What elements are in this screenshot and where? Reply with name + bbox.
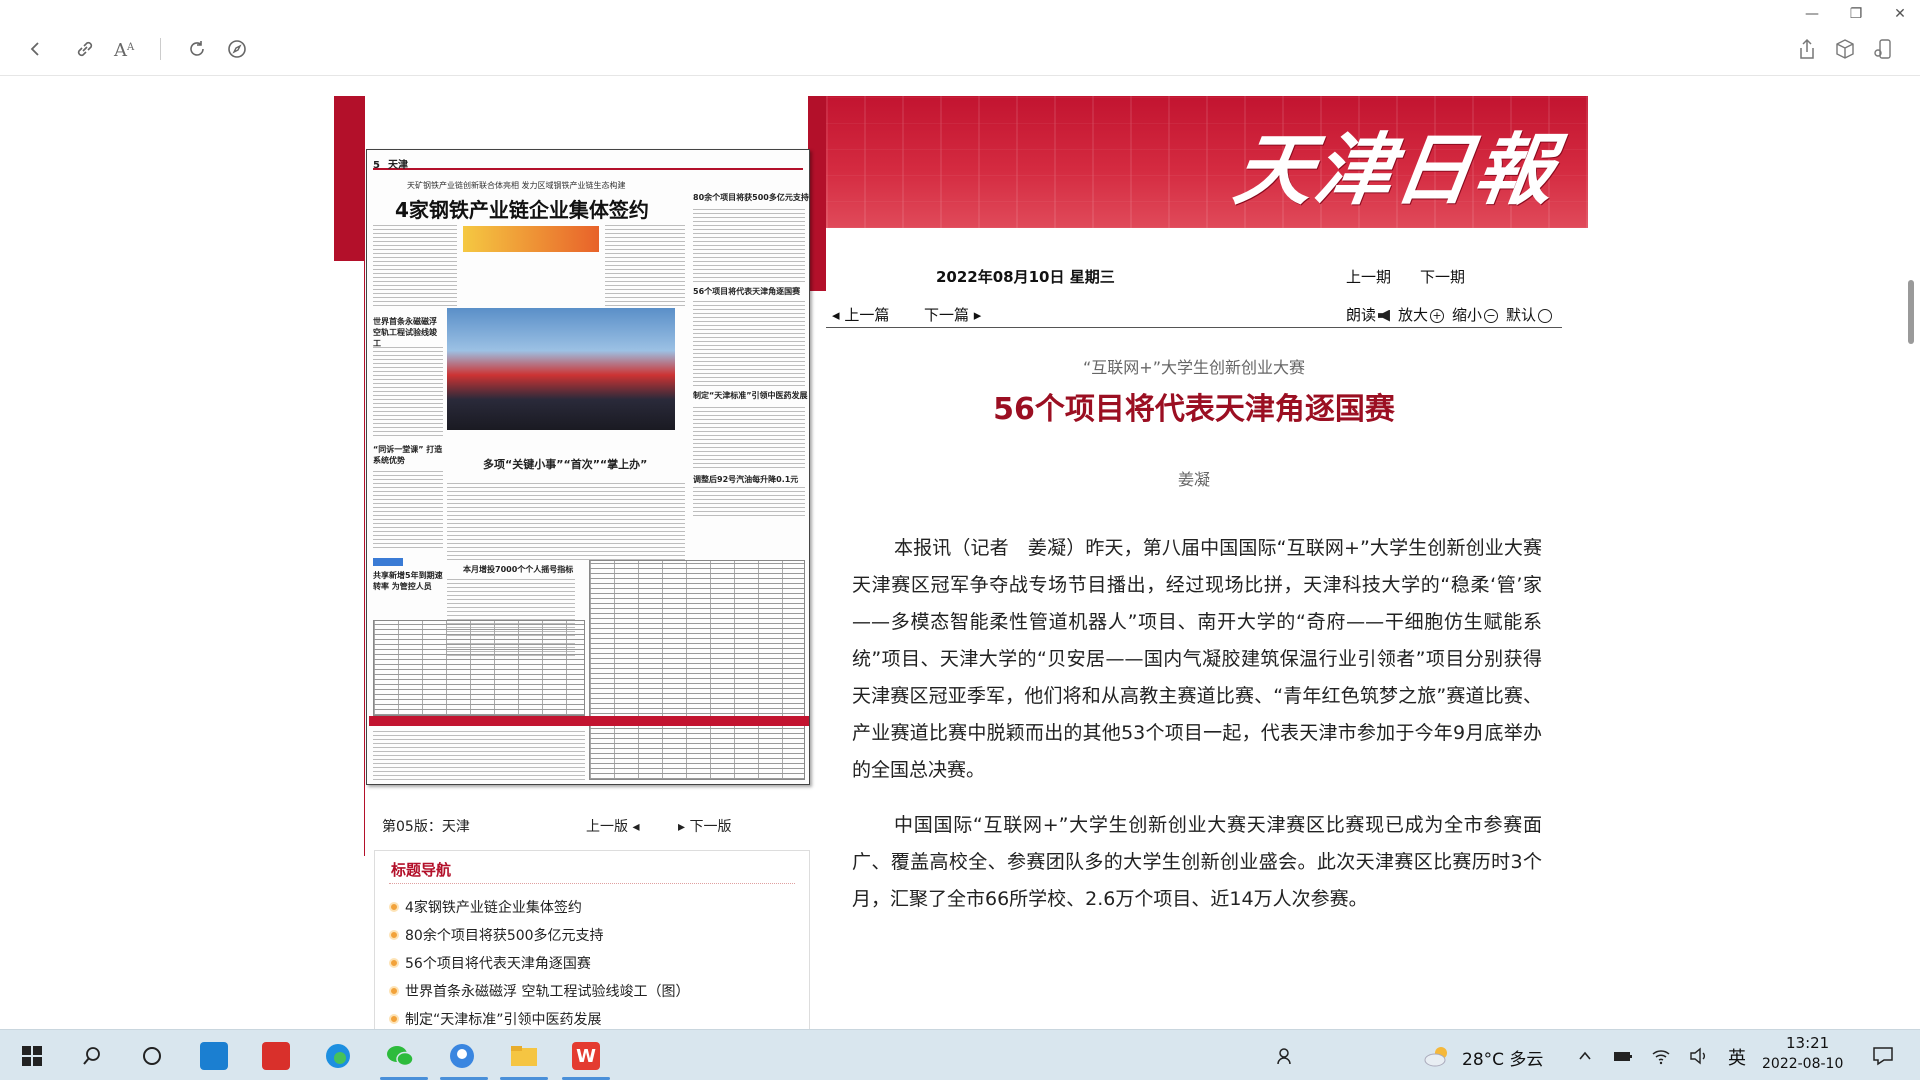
speaker-icon (1377, 309, 1390, 322)
scrollbar-thumb[interactable] (1908, 280, 1914, 344)
decor-band-mid (808, 96, 826, 291)
store-app-icon[interactable] (196, 1040, 232, 1072)
bullet-icon (389, 958, 399, 968)
title-nav-heading: 标题导航 (391, 861, 452, 879)
title-nav-item[interactable]: 4家钢铁产业链企业集体签约 (389, 893, 689, 921)
bullet-icon (389, 986, 399, 996)
issue-date: 2022年08月10日 星期三 (936, 268, 1115, 286)
newspaper-masthead: 天津日報 (826, 96, 1588, 228)
edge-icon[interactable] (320, 1040, 356, 1072)
cube-icon[interactable] (1832, 36, 1858, 62)
wifi-icon[interactable] (1648, 1040, 1674, 1072)
back-icon[interactable] (22, 36, 48, 62)
refresh-icon[interactable] (184, 36, 210, 62)
thumb-headline: 4家钢铁产业链企业集体签约 (395, 198, 649, 222)
svg-text:A: A (126, 42, 135, 53)
default-size-button[interactable]: 默认 (1506, 304, 1552, 325)
thumb-header: 5 天津 (373, 156, 803, 171)
ime-indicator[interactable]: 英 (1728, 1044, 1746, 1070)
prev-article-link[interactable]: ◂ 上一篇 (832, 304, 889, 325)
people-icon[interactable] (1270, 1040, 1300, 1072)
thumb-sub-headline: 天矿钢铁产业链创新联合体亮相 发力区域钢铁产业链生态构建 (407, 181, 626, 190)
article-paragraph: 本报讯（记者 姜凝）昨天，第八届中国国际“互联网+”大学生创新创业大赛天津赛区冠… (852, 537, 1542, 781)
minimize-button[interactable]: — (1802, 6, 1822, 22)
search-icon[interactable] (74, 1040, 110, 1072)
next-page-link[interactable]: ▸ 下一版 (678, 816, 731, 836)
thumb-main-photo (447, 308, 675, 430)
browser-icon[interactable] (444, 1040, 480, 1072)
battery-icon[interactable] (1610, 1040, 1636, 1072)
caret-right-icon: ▸ (969, 306, 982, 324)
current-page-label: 第05版：天津 (382, 819, 470, 835)
article-kicker: “互联网+”大学生创新创业大赛 (1083, 358, 1305, 377)
toolbar-separator (160, 38, 161, 60)
explorer-icon[interactable] (506, 1040, 542, 1072)
browser-toolbar: AA — ❐ ✕ (0, 0, 1920, 76)
start-icon[interactable] (14, 1040, 50, 1072)
zoom-in-icon: + (1429, 308, 1444, 323)
prev-issue-link[interactable]: 上一期 (1346, 266, 1391, 287)
thumb-banner-image (463, 226, 599, 252)
youdao-app-icon[interactable] (258, 1040, 294, 1072)
title-nav-item[interactable]: 制定“天津标准”引领中医药发展 (389, 1005, 689, 1029)
next-article-link[interactable]: 下一篇 ▸ (924, 304, 981, 325)
title-nav-item[interactable]: 世界首条永磁磁浮 空轨工程试验线竣工（图） (389, 977, 689, 1005)
share-icon[interactable] (1794, 36, 1820, 62)
article-tools: 朗读 放大 + 缩小 − 默认 (1346, 304, 1552, 325)
compass-icon[interactable] (224, 36, 250, 62)
windows-taskbar: W 28°C 多云 英 13:21 2022-08-10 (0, 1029, 1920, 1080)
caret-left-icon: ◂ (832, 306, 845, 324)
article-body: 本报讯（记者 姜凝）昨天，第八届中国国际“互联网+”大学生创新创业大赛天津赛区冠… (852, 530, 1542, 936)
masthead-title: 天津日報 (1228, 125, 1562, 216)
article-headline: 56个项目将代表天津角逐国赛 (993, 392, 1395, 427)
weather-cloud-icon[interactable] (1422, 1040, 1452, 1072)
default-circle-icon (1538, 308, 1552, 323)
zoom-in-button[interactable]: 放大 + (1398, 304, 1444, 325)
font-size-icon[interactable]: AA (112, 36, 138, 62)
bullet-icon (389, 930, 399, 940)
title-navigation-panel: 标题导航 4家钢铁产业链企业集体签约 80余个项目将获500多亿元支持 56个项… (374, 850, 810, 1029)
caret-left-icon: ◂ (628, 819, 640, 835)
close-button[interactable]: ✕ (1890, 6, 1910, 22)
article-navigation: ◂ 上一篇 下一篇 ▸ 朗读 放大 + 缩小 − 默认 (826, 304, 1562, 328)
title-nav-item[interactable]: 56个项目将代表天津角逐国赛 (389, 949, 689, 977)
phone-icon[interactable] (1870, 36, 1896, 62)
title-nav-item[interactable]: 80余个项目将获500多亿元支持 (389, 921, 689, 949)
clock-date[interactable]: 2022-08-10 (1762, 1056, 1843, 1072)
decor-band-left (334, 96, 364, 261)
wechat-icon[interactable] (382, 1040, 418, 1072)
bullet-icon (389, 902, 399, 912)
caret-right-icon: ▸ (678, 819, 690, 835)
zoom-out-button[interactable]: 缩小 − (1452, 304, 1498, 325)
tray-chevron-up-icon[interactable] (1572, 1040, 1598, 1072)
thumb-table (589, 560, 805, 780)
restore-button[interactable]: ❐ (1846, 6, 1866, 22)
svg-text:A: A (113, 40, 128, 60)
read-aloud-button[interactable]: 朗读 (1346, 304, 1390, 325)
next-issue-link[interactable]: 下一期 (1420, 266, 1465, 287)
link-icon[interactable] (72, 36, 98, 62)
wps-icon[interactable]: W (568, 1040, 604, 1072)
cortana-icon[interactable] (134, 1040, 170, 1072)
clock-time[interactable]: 13:21 (1786, 1034, 1829, 1052)
newspaper-page-thumbnail[interactable]: 5 天津 天矿钢铁产业链创新联合体亮相 发力区域钢铁产业链生态构建 4家钢铁产业链… (366, 149, 810, 785)
prev-page-link[interactable]: 上一版 ◂ (586, 816, 639, 836)
page-content: 天津日報 5 天津 天矿钢铁产业链创新联合体亮相 发力区域钢铁产业链生态构建 4家… (0, 76, 1920, 1029)
notification-icon[interactable] (1868, 1040, 1898, 1072)
weather-text[interactable]: 28°C 多云 (1462, 1045, 1543, 1070)
volume-icon[interactable] (1686, 1040, 1712, 1072)
zoom-out-icon: − (1483, 308, 1498, 323)
bullet-icon (389, 1014, 399, 1024)
article-paragraph: 中国国际“互联网+”大学生创新创业大赛天津赛区比赛现已成为全市参赛面广、覆盖高校… (852, 814, 1542, 910)
article-byline: 姜凝 (1177, 470, 1210, 489)
